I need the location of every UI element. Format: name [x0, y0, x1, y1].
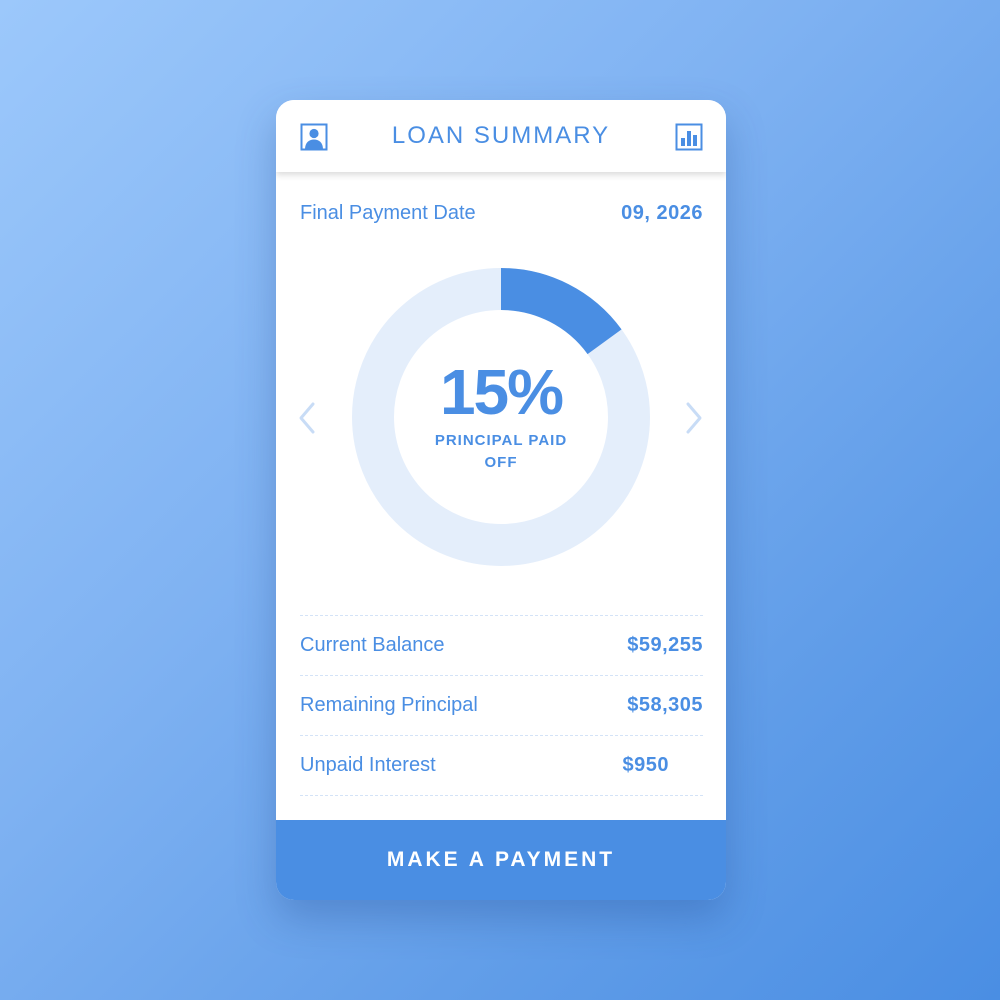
final-payment-label: Final Payment Date: [300, 201, 476, 224]
detail-value: $59,255: [627, 633, 703, 656]
page-title: LOAN SUMMARY: [391, 122, 611, 149]
divider: [300, 675, 703, 676]
final-payment-row: Final Payment Date 09, 2026: [300, 195, 703, 231]
make-payment-button[interactable]: MAKE A PAYMENT: [276, 820, 726, 900]
detail-label: Unpaid Interest: [300, 753, 436, 776]
divider: [300, 735, 703, 736]
detail-row-current-balance: Current Balance $59,255: [300, 627, 703, 663]
detail-label: Current Balance: [300, 633, 445, 656]
detail-row-unpaid-interest: Unpaid Interest $950: [300, 747, 703, 783]
divider: [300, 615, 703, 616]
header-bar: LOAN SUMMARY: [276, 100, 726, 172]
divider: [300, 795, 703, 796]
detail-row-remaining-principal: Remaining Principal $58,305: [300, 687, 703, 723]
progress-percent: 15%: [439, 356, 564, 428]
progress-donut: 15% PRINCIPAL PAID OFF: [351, 267, 651, 567]
final-payment-value: 09, 2026: [621, 201, 703, 224]
detail-value: $58,305: [627, 693, 703, 716]
progress-label: PRINCIPAL PAID OFF: [434, 432, 568, 471]
detail-value: $950: [622, 753, 669, 776]
loan-summary-card: LOAN SUMMARY Final Payment Date 09, 2026…: [276, 100, 726, 900]
next-chevron-icon[interactable]: [683, 400, 705, 436]
bar-chart-icon[interactable]: [675, 123, 703, 151]
detail-label: Remaining Principal: [300, 693, 478, 716]
progress-arc: [500, 268, 622, 355]
prev-chevron-icon[interactable]: [296, 400, 318, 436]
